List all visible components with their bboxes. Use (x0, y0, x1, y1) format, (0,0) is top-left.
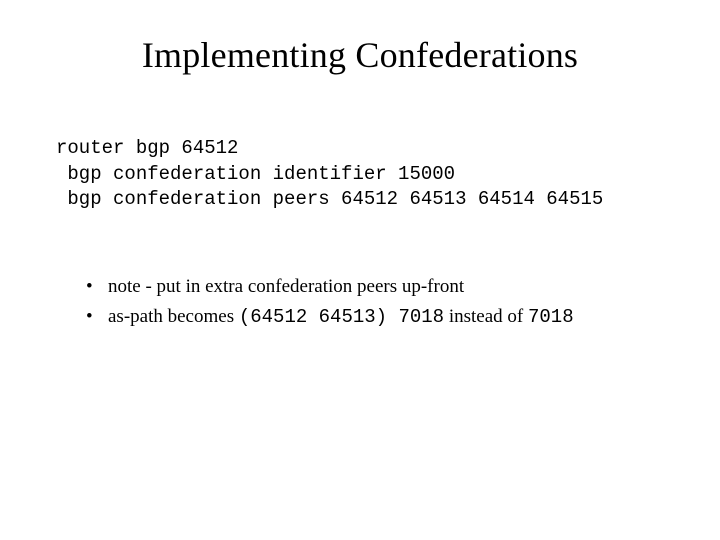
note-1-text: note - put in extra confederation peers … (108, 276, 464, 297)
note-item-2: as-path becomes (64512 64513) 7018 inste… (86, 303, 670, 332)
notes-list: note - put in extra confederation peers … (50, 273, 670, 332)
note-item-1: note - put in extra confederation peers … (86, 273, 670, 302)
slide-title: Implementing Confederations (50, 34, 670, 76)
note-2-code-2: 7018 (528, 306, 574, 328)
slide: Implementing Confederations router bgp 6… (0, 0, 720, 540)
code-line-2: bgp confederation identifier 15000 (56, 163, 455, 185)
code-line-3: bgp confederation peers 64512 64513 6451… (56, 188, 603, 210)
note-2-mid: instead of (444, 306, 528, 327)
code-block: router bgp 64512 bgp confederation ident… (56, 136, 670, 213)
note-2-prefix: as-path becomes (108, 306, 239, 327)
note-2-code-1: (64512 64513) 7018 (239, 306, 444, 328)
code-line-1: router bgp 64512 (56, 137, 238, 159)
